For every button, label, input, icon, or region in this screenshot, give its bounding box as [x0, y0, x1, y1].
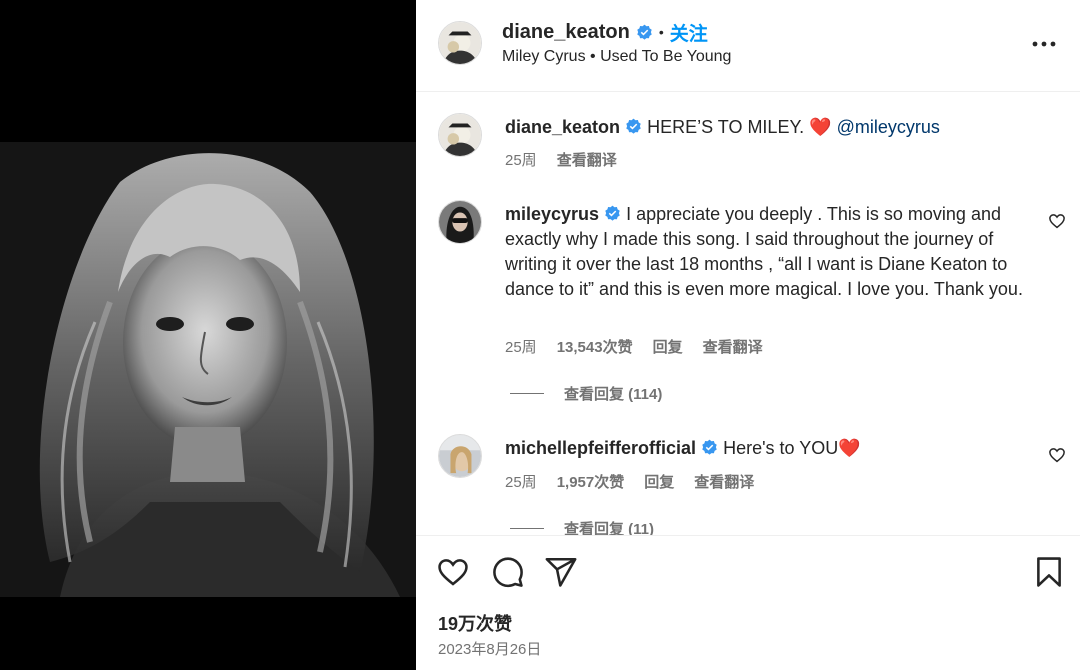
comment-username[interactable]: michellepfeifferofficial — [505, 438, 696, 458]
caption-body: HERE’S TO MILEY. ❤️ — [647, 117, 832, 137]
commenter-avatar[interactable] — [438, 200, 482, 244]
action-bar: 19万次赞 2023年8月26日 — [416, 535, 1080, 670]
caption-mention[interactable]: @mileycyrus — [837, 117, 940, 137]
verified-badge-icon — [605, 205, 620, 221]
post-date[interactable]: 2023年8月26日 — [438, 638, 541, 659]
header-separator: • — [658, 24, 664, 40]
like-heart-icon[interactable] — [436, 555, 470, 589]
caption-text: diane_keaton HERE’S TO MILEY. ❤️ @mileyc… — [505, 115, 1035, 140]
view-replies-button[interactable]: 查看回复 (11) — [510, 518, 654, 535]
comment-reply-button[interactable]: 回复 — [644, 471, 674, 492]
comment-reply-button[interactable]: 回复 — [653, 336, 683, 357]
comment-body: Here's to YOU❤️ — [723, 438, 861, 458]
comment-bubble-icon[interactable] — [491, 555, 525, 589]
comment-username[interactable]: mileycyrus — [505, 204, 599, 224]
audio-separator: • — [590, 48, 596, 65]
comment-likes-count[interactable]: 1,957次赞 — [557, 471, 625, 492]
caption-meta: 25周 查看翻译 — [505, 149, 617, 170]
post-media[interactable] — [0, 0, 416, 670]
view-replies-label[interactable]: 查看回复 (11) — [564, 518, 654, 535]
save-bookmark-icon[interactable] — [1032, 555, 1066, 589]
verified-badge-icon — [702, 439, 717, 455]
caption-avatar[interactable] — [438, 113, 482, 157]
portrait-image — [0, 142, 416, 597]
verified-badge-icon — [626, 118, 641, 134]
comment-like-icon[interactable] — [1048, 446, 1066, 464]
comment-likes-count[interactable]: 13,543次赞 — [557, 336, 633, 357]
follow-button[interactable]: 关注 — [670, 19, 708, 46]
audio-track[interactable]: Used To Be Young — [600, 48, 731, 65]
more-options-icon[interactable] — [1030, 30, 1058, 58]
comment-time[interactable]: 25周 — [505, 471, 537, 492]
view-replies-label[interactable]: 查看回复 (114) — [564, 383, 662, 404]
comment-text: mileycyrus I appreciate you deeply . Thi… — [505, 202, 1035, 302]
comment-translate-link[interactable]: 查看翻译 — [703, 336, 763, 357]
author-avatar[interactable] — [438, 21, 482, 65]
comment-time[interactable]: 25周 — [505, 336, 537, 357]
post-likes-count[interactable]: 19万次赞 — [438, 610, 512, 636]
post-header: diane_keaton • 关注 Miley Cyrus • Used To … — [416, 0, 1080, 92]
audio-artist[interactable]: Miley Cyrus — [502, 48, 586, 65]
comments-list[interactable]: diane_keaton HERE’S TO MILEY. ❤️ @mileyc… — [416, 93, 1080, 535]
post-photo — [0, 142, 416, 597]
comment-meta: 25周 13,543次赞 回复 查看翻译 — [505, 336, 763, 357]
author-username[interactable]: diane_keaton — [502, 21, 630, 44]
replies-divider — [510, 393, 544, 394]
comment-like-icon[interactable] — [1048, 212, 1066, 230]
comment-translate-link[interactable]: 查看翻译 — [694, 471, 754, 492]
commenter-avatar[interactable] — [438, 434, 482, 478]
comment-text: michellepfeifferofficial Here's to YOU❤️ — [505, 436, 1035, 461]
caption-time[interactable]: 25周 — [505, 149, 537, 170]
caption-translate-link[interactable]: 查看翻译 — [557, 149, 617, 170]
replies-divider — [510, 528, 544, 529]
share-send-icon[interactable] — [544, 555, 578, 589]
header-title-row: diane_keaton • 关注 — [502, 19, 708, 45]
verified-badge-icon — [637, 24, 652, 40]
view-replies-button[interactable]: 查看回复 (114) — [510, 383, 662, 404]
caption-username[interactable]: diane_keaton — [505, 117, 620, 137]
post-panel: diane_keaton • 关注 Miley Cyrus • Used To … — [416, 0, 1080, 670]
audio-info[interactable]: Miley Cyrus • Used To Be Young — [502, 48, 731, 66]
comment-meta: 25周 1,957次赞 回复 查看翻译 — [505, 471, 754, 492]
